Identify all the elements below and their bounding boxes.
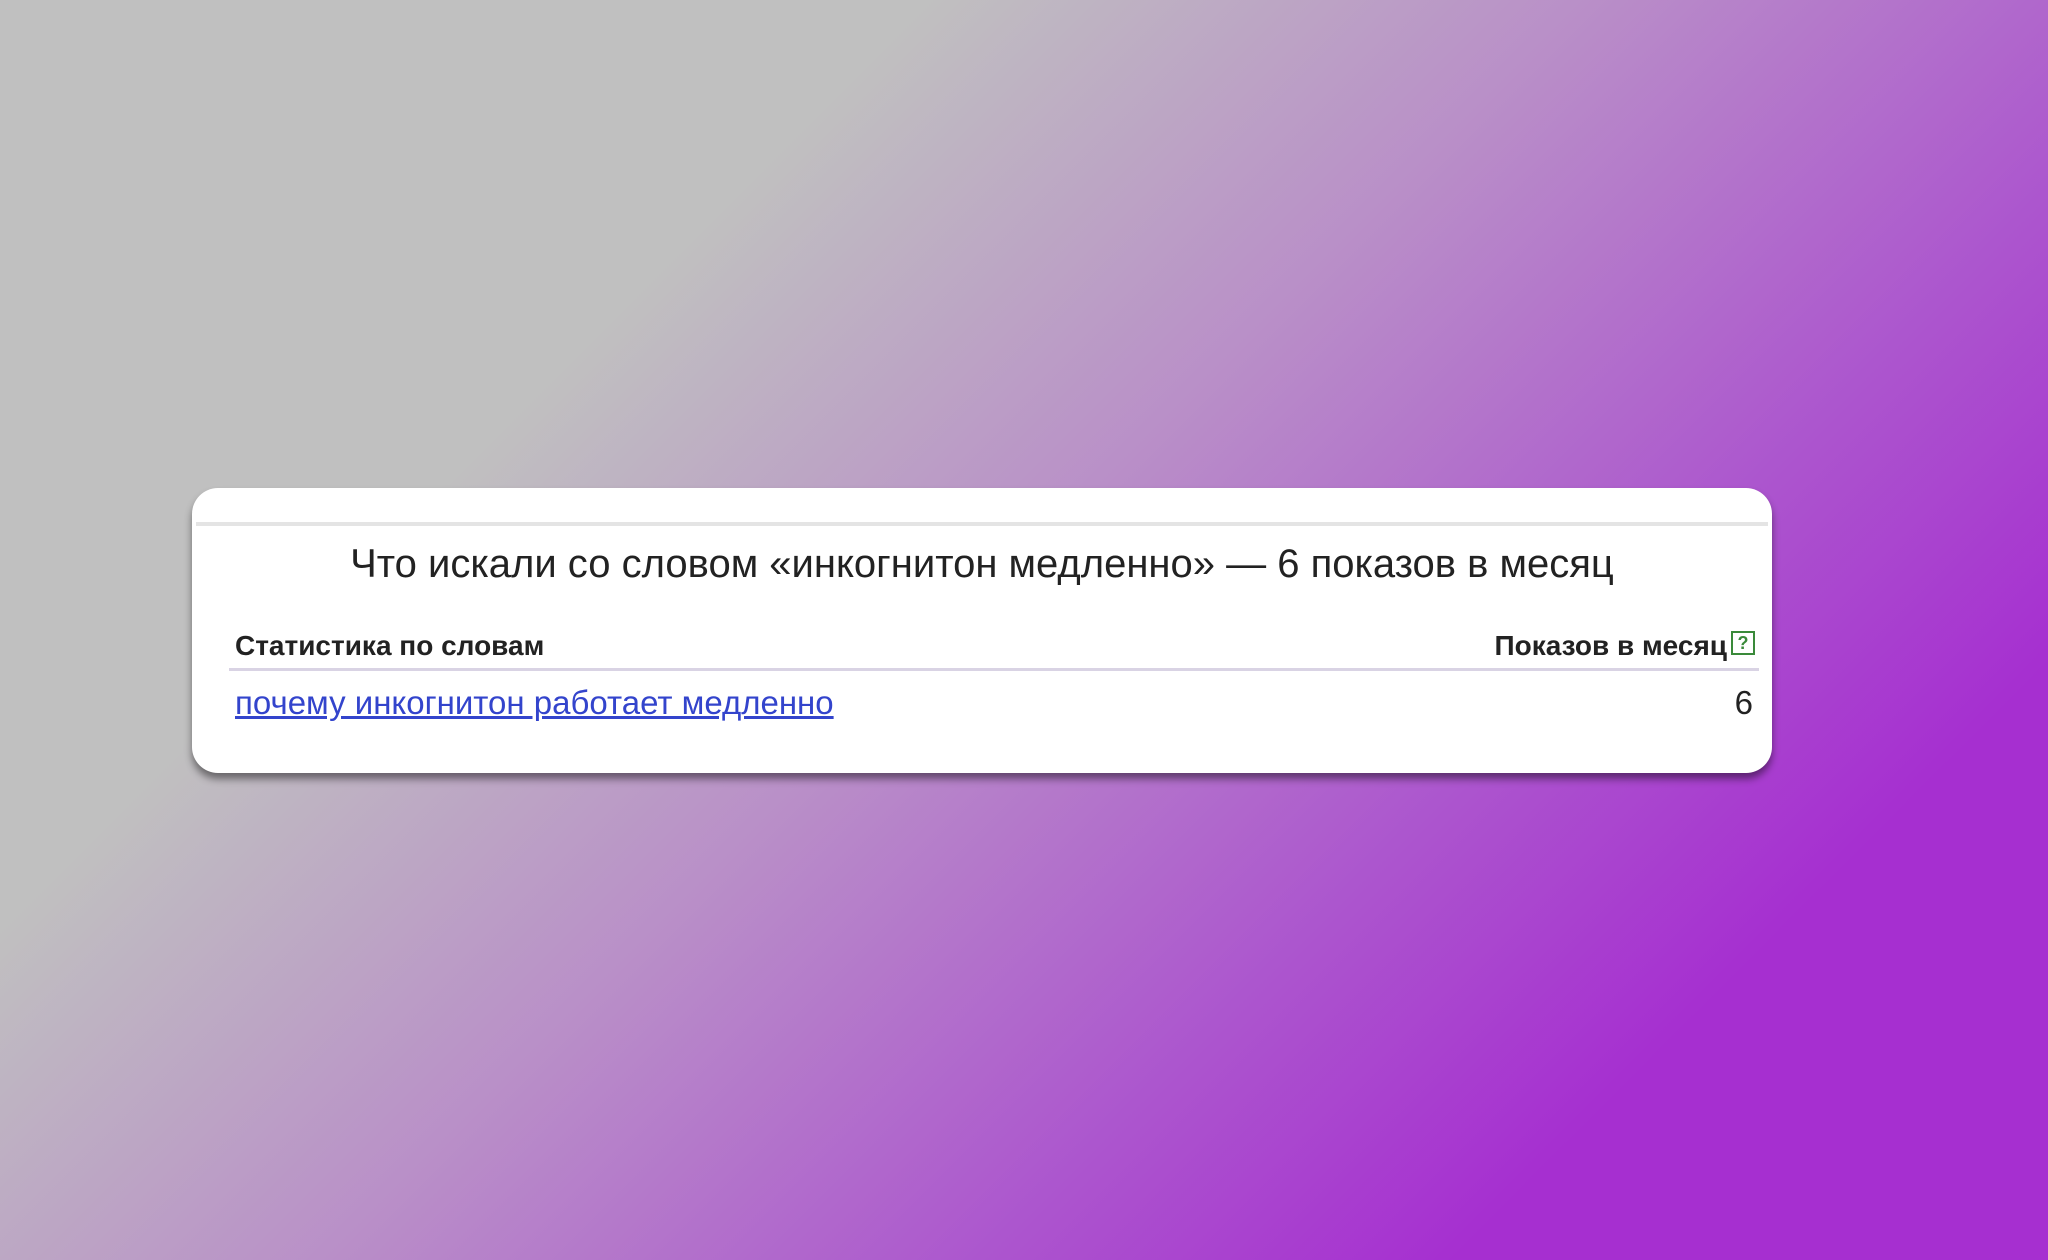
wordstat-card: Что искали со словом «инкогнитон медленн…: [192, 488, 1772, 773]
column-header-words: Статистика по словам: [235, 630, 545, 661]
table-header: Статистика по словам Показов в месяц ?: [229, 624, 1759, 671]
card-title: Что искали со словом «инкогнитон медленн…: [350, 542, 1614, 586]
table-row: почему инкогнитон работает медленно 6: [235, 684, 1753, 734]
shows-count: 6: [1734, 684, 1753, 721]
column-header-shows-label: Показов в месяц: [1494, 630, 1727, 661]
card-divider: [196, 522, 1768, 526]
question-mark-icon[interactable]: ?: [1731, 631, 1755, 655]
column-header-shows: Показов в месяц ?: [1494, 630, 1755, 662]
phrase-link[interactable]: почему инкогнитон работает медленно: [235, 684, 834, 722]
